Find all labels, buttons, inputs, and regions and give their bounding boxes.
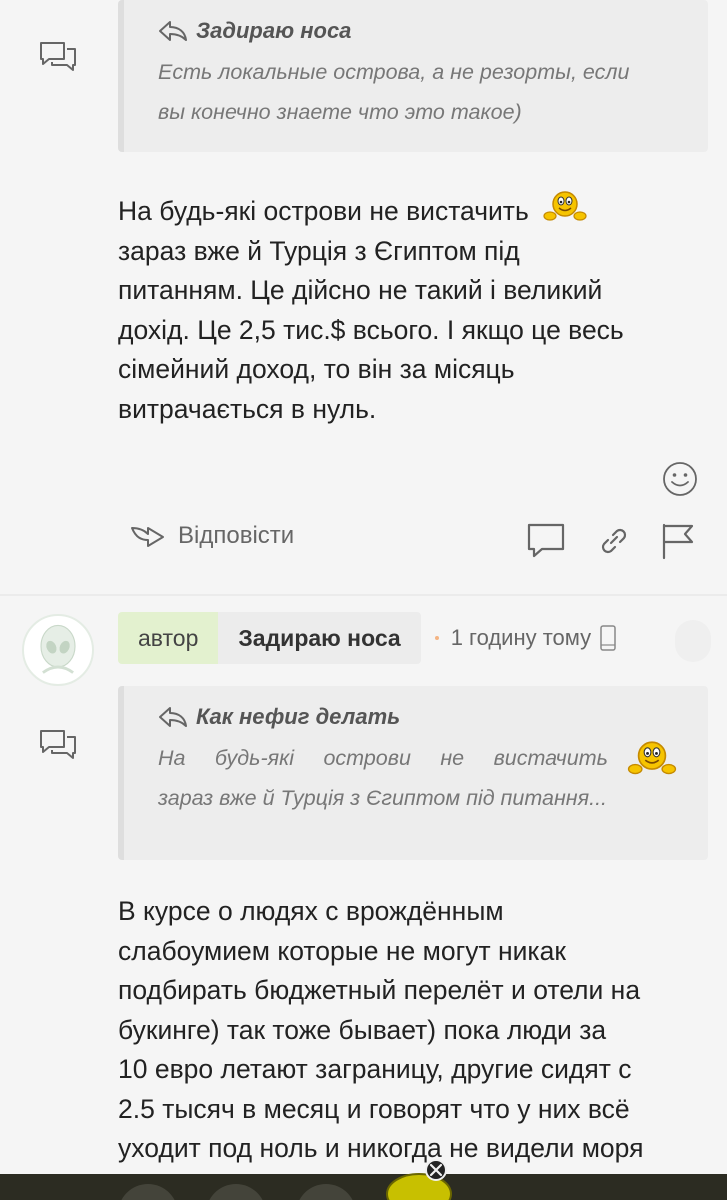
reply-arrow-icon xyxy=(131,527,164,547)
comment-header: автор Задираю носа 1 годину тому xyxy=(118,612,617,664)
comment-actions: Відповісти xyxy=(130,522,710,562)
reply-button[interactable]: Відповісти xyxy=(130,522,294,550)
bottom-bar-button[interactable] xyxy=(296,1184,356,1200)
quote-author-name: Задираю носа xyxy=(196,18,352,43)
body-line: зараз вже й Турція з Єгиптом під xyxy=(118,235,520,266)
reply-arrow-icon xyxy=(159,707,187,727)
reply-arrow-icon xyxy=(159,21,187,41)
body-line: питанням. Це дійсно не такий і великий xyxy=(118,275,603,305)
separator-dot xyxy=(434,636,439,640)
author-badge: автор xyxy=(118,612,219,664)
body-line: В курсе о людях с врождённым xyxy=(118,896,504,926)
author-name[interactable]: Задираю носа xyxy=(218,612,421,664)
quote-line: вы конечно знаете что это такое) xyxy=(158,100,522,124)
quote-author-name: Как нефиг делать xyxy=(196,704,401,729)
quoted-comment[interactable]: Как нефиг делать На будь-які острови не … xyxy=(118,686,708,860)
body-line: слабоумием которые не могут никак xyxy=(118,935,566,966)
quoted-comment[interactable]: Задираю носа Есть локальные острова, а н… xyxy=(118,0,708,152)
link-icon[interactable] xyxy=(594,522,634,560)
quote-line: зараз вже й Турція з Єгиптом під питання… xyxy=(158,786,608,810)
chat-bubbles-icon xyxy=(40,42,76,71)
body-line: букинге) так тоже бывает) пока люди за xyxy=(118,1014,607,1045)
add-reaction-button[interactable] xyxy=(662,461,698,497)
bottom-bar xyxy=(0,1159,727,1200)
body-line: подбирать бюджетный перелёт и отели на xyxy=(118,975,641,1005)
body-line: витрачається в нуль. xyxy=(118,393,377,424)
flag-icon[interactable] xyxy=(658,522,698,560)
quote-line: На будь-які острови не вистачить xyxy=(158,746,608,770)
bottom-bar-button[interactable] xyxy=(118,1184,178,1200)
comment-body: В курсе о людях с врождённым слабоумием … xyxy=(118,892,710,1169)
body-line: На будь-які острови не вистачить xyxy=(118,196,529,226)
more-options-button[interactable] xyxy=(675,620,711,662)
reply-label: Відповісти xyxy=(178,522,295,549)
comment: Задираю носа Есть локальные острова, а н… xyxy=(0,0,727,592)
body-line: дохід. Це 2,5 тис.$ всього. І якщо це ве… xyxy=(118,314,624,345)
phone-icon xyxy=(600,625,616,651)
bottom-bar-button[interactable] xyxy=(206,1184,266,1200)
quote-author: Как нефиг делать xyxy=(158,700,674,734)
close-icon[interactable] xyxy=(384,1158,454,1200)
quote-line: Есть локальные острова, а не резорты, ес… xyxy=(158,60,630,84)
comment-body: На будь-які острови не вистачить зараз в… xyxy=(118,190,710,429)
quote-text: Есть локальные острова, а не резорты, ес… xyxy=(158,52,674,132)
smiley-face-icon xyxy=(543,191,587,221)
alien-avatar[interactable] xyxy=(22,614,94,686)
quote-text: На будь-які острови не вистачить зараз в… xyxy=(158,738,677,818)
comment: автор Задираю носа 1 годину тому Как неф… xyxy=(0,600,727,1180)
body-line: 2.5 тысяч в месяц и говорят что у них вс… xyxy=(118,1093,630,1124)
comment-divider xyxy=(0,594,727,596)
comment-time: 1 годину тому xyxy=(450,625,592,650)
smiley-face-icon xyxy=(627,741,677,775)
quote-author: Задираю носа xyxy=(158,14,674,48)
chat-bubbles-icon xyxy=(40,730,76,759)
comment-icon[interactable] xyxy=(526,522,566,560)
body-line: сімейний доход, то він за місяць xyxy=(118,354,515,384)
body-line: 10 евро летают заграницу, другие сидят с xyxy=(118,1054,632,1084)
